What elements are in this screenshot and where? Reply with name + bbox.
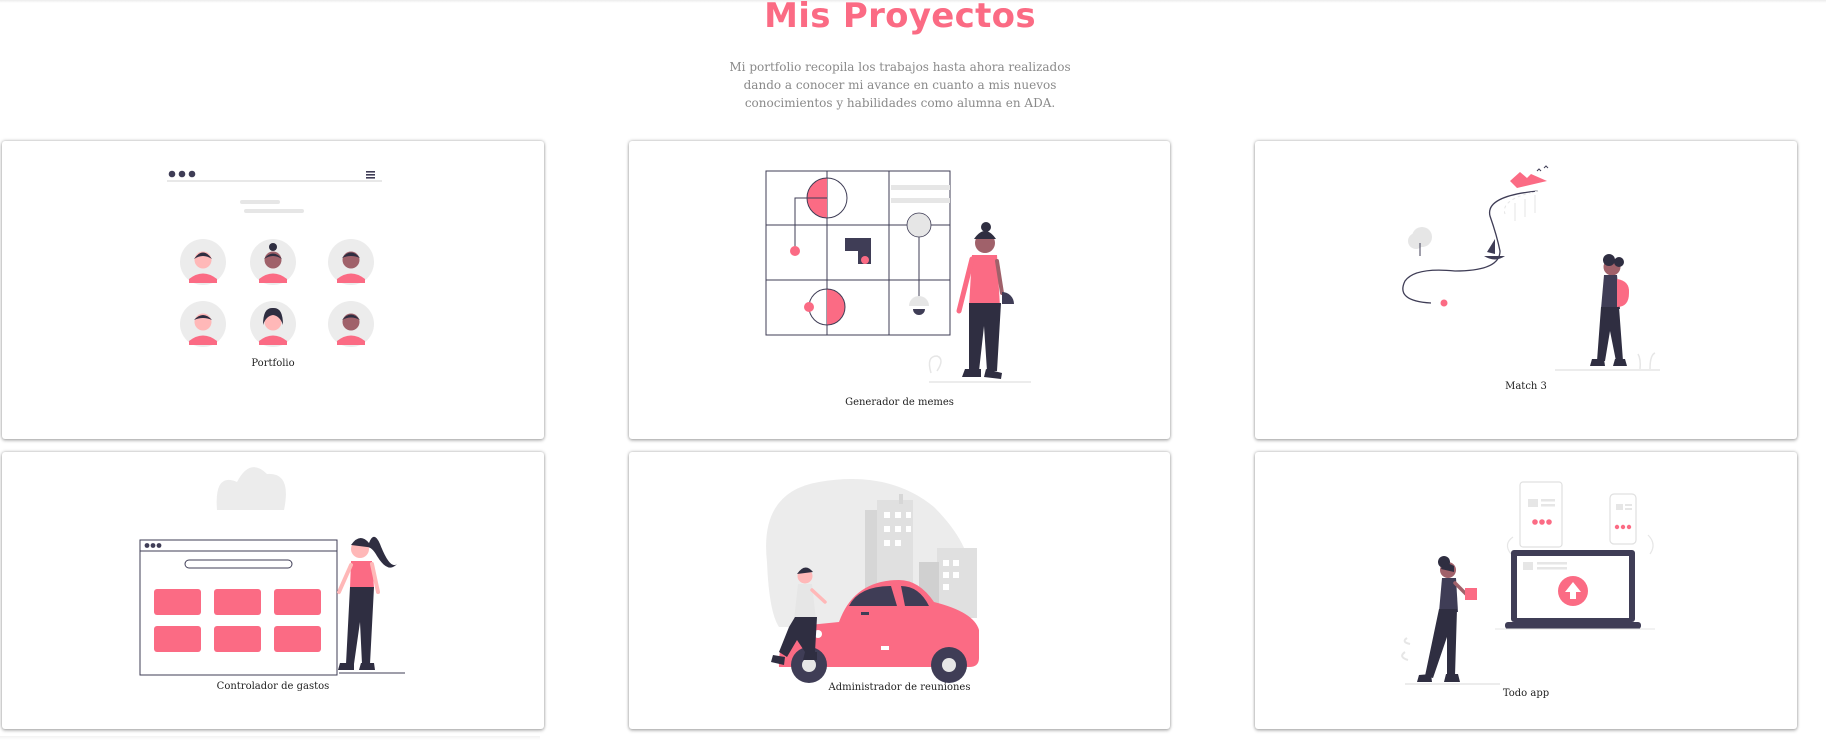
- project-title: Controlador de gastos: [216, 681, 330, 692]
- project-title: Administrador de reuniones: [828, 682, 971, 693]
- next-row-edge: [0, 736, 540, 740]
- project-card-portfolio[interactable]: Portfolio: [2, 141, 544, 439]
- project-card-match-3[interactable]: Match 3: [1255, 141, 1797, 439]
- project-card-todo-app[interactable]: Todo app: [1255, 452, 1797, 729]
- project-card-administrador-de-reuniones[interactable]: Administrador de reuniones: [629, 452, 1170, 729]
- journey-path-illustration: [1402, 165, 1660, 371]
- page-title: Mis Proyectos: [764, 0, 1036, 36]
- project-title: Todo app: [1502, 688, 1550, 699]
- project-card-generador-de-memes[interactable]: Generador de memes: [629, 141, 1170, 439]
- project-title: Generador de memes: [845, 397, 954, 408]
- project-card-controlador-de-gastos[interactable]: Controlador de gastos: [2, 452, 544, 729]
- design-grid-illustration: [765, 170, 1031, 383]
- project-title: Match 3: [1505, 381, 1547, 392]
- team-avatars-illustration: [167, 170, 382, 347]
- intro-text: Mi portfolio recopila los trabajos hasta…: [729, 60, 1071, 110]
- project-title: Portfolio: [251, 358, 295, 369]
